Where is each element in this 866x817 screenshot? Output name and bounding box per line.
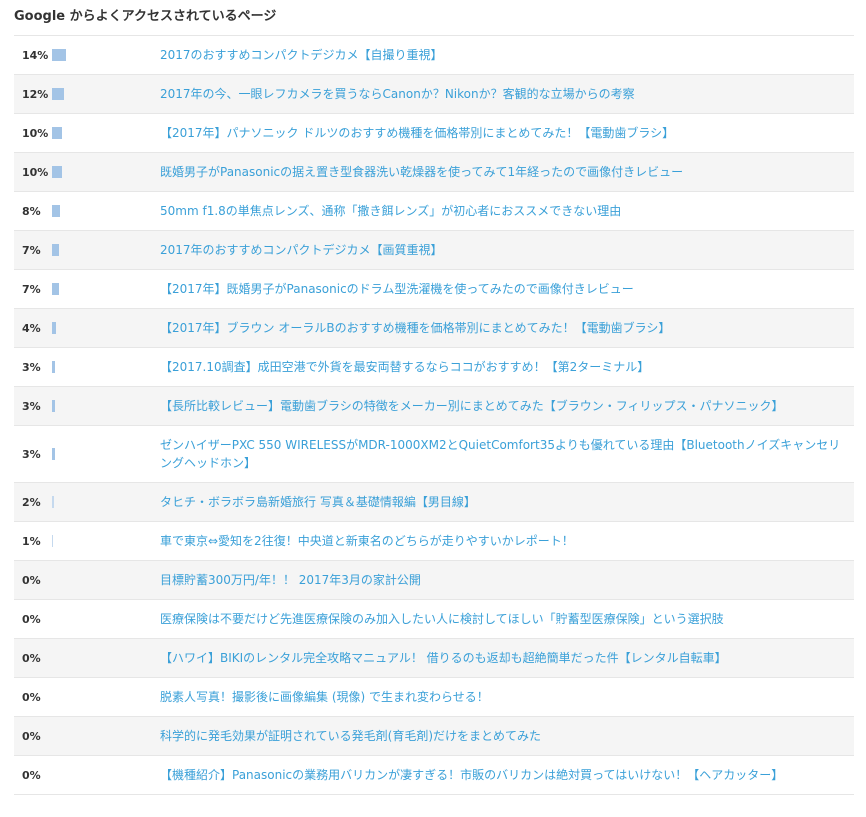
list-item: 4% 【2017年】ブラウン オーラルBのおすすめ機種を価格帯別にまとめてみた！【…	[14, 309, 854, 348]
share-bar	[52, 49, 66, 61]
percent-label: 2%	[22, 495, 41, 509]
page-link[interactable]: 50mm f1.8の単焦点レンズ、通称「撒き餌レンズ」が初心者におススメできない…	[160, 202, 854, 220]
list-item: 0% 科学的に発毛効果が証明されている発毛剤(育毛剤)だけをまとめてみた	[14, 717, 854, 756]
page-link[interactable]: 既婚男子がPanasonicの据え置き型食器洗い乾燥器を使ってみて1年経ったので…	[160, 163, 854, 181]
share-bar-track	[52, 535, 160, 547]
list-item: 7% 2017年のおすすめコンパクトデジカメ【画質重視】	[14, 231, 854, 270]
list-item: 8% 50mm f1.8の単焦点レンズ、通称「撒き餌レンズ」が初心者におススメでき…	[14, 192, 854, 231]
share-bar	[52, 127, 62, 139]
percent-label: 10%	[22, 165, 49, 179]
list-item: 0% 【機種紹介】Panasonicの業務用バリカンが凄すぎる！市販のバリカンは絶…	[14, 756, 854, 795]
percent-label: 8%	[22, 204, 41, 218]
percent-label: 7%	[22, 282, 41, 296]
share-bar	[52, 322, 56, 334]
page-link[interactable]: 【2017年】既婚男子がPanasonicのドラム型洗濯機を使ってみたので画像付…	[160, 280, 854, 298]
percent-label: 14%	[22, 48, 49, 62]
page-list: 14% 2017のおすすめコンパクトデジカメ【自撮り重視】 12% 2017年の今、一…	[14, 36, 854, 795]
page-link[interactable]: 【機種紹介】Panasonicの業務用バリカンが凄すぎる！市販のバリカンは絶対買…	[160, 766, 854, 784]
list-item: 0% 目標貯蓄300万円/年！！ 2017年3月の家計公開	[14, 561, 854, 600]
percent-label: 1%	[22, 534, 41, 548]
share-bar-track	[52, 322, 160, 334]
share-bar-track	[52, 166, 160, 178]
percent-label: 0%	[22, 651, 41, 665]
percent-label: 12%	[22, 87, 49, 101]
share-bar-track	[52, 283, 160, 295]
share-bar	[52, 400, 55, 412]
page-link[interactable]: 2017年の今、一眼レフカメラを買うならCanonか？Nikonか？客観的な立場…	[160, 85, 854, 103]
list-item: 0% 【ハワイ】BIKIのレンタル完全攻略マニュアル！ 借りるのも返却も超絶簡単だ…	[14, 639, 854, 678]
percent-label: 0%	[22, 768, 41, 782]
percent-label: 0%	[22, 573, 41, 587]
list-item: 0% 医療保険は不要だけど先進医療保険のみ加入したい人に検討してほしい「貯蓄型医療…	[14, 600, 854, 639]
share-bar	[52, 361, 55, 373]
page-link[interactable]: 【長所比較レビュー】電動歯ブラシの特徴をメーカー別にまとめてみた【ブラウン・フィ…	[160, 397, 854, 415]
page-link[interactable]: 科学的に発毛効果が証明されている発毛剤(育毛剤)だけをまとめてみた	[160, 727, 854, 745]
percent-label: 3%	[22, 399, 41, 413]
popular-pages-panel: Google からよくアクセスされているページ 14% 2017のおすすめコンパク…	[14, 0, 854, 795]
percent-label: 0%	[22, 729, 41, 743]
share-bar	[52, 283, 59, 295]
page-link[interactable]: 目標貯蓄300万円/年！！ 2017年3月の家計公開	[160, 571, 854, 589]
list-item: 1% 車で東京⇔愛知を2往復！中央道と新東名のどちらが走りやすいかレポート！	[14, 522, 854, 561]
share-bar-track	[52, 361, 160, 373]
list-item: 3% 【2017.10調査】成田空港で外貨を最安両替するならココがおすすめ！【第2…	[14, 348, 854, 387]
page-link[interactable]: 【2017年】パナソニック ドルツのおすすめ機種を価格帯別にまとめてみた！【電動…	[160, 124, 854, 142]
share-bar-track	[52, 652, 160, 664]
share-bar-track	[52, 448, 160, 460]
share-bar-track	[52, 205, 160, 217]
page-link[interactable]: 2017のおすすめコンパクトデジカメ【自撮り重視】	[160, 46, 854, 64]
share-bar-track	[52, 244, 160, 256]
share-bar	[52, 244, 59, 256]
percent-label: 4%	[22, 321, 41, 335]
share-bar-track	[52, 730, 160, 742]
share-bar-track	[52, 49, 160, 61]
page-link[interactable]: 【2017.10調査】成田空港で外貨を最安両替するならココがおすすめ！【第2ター…	[160, 358, 854, 376]
share-bar-track	[52, 613, 160, 625]
share-bar	[52, 496, 54, 508]
percent-label: 3%	[22, 360, 41, 374]
list-item: 3% ゼンハイザーPXC 550 WIRELESSがMDR-1000XM2とQui…	[14, 426, 854, 483]
percent-label: 10%	[22, 126, 49, 140]
share-bar-track	[52, 769, 160, 781]
page-link[interactable]: 【2017年】ブラウン オーラルBのおすすめ機種を価格帯別にまとめてみた！【電動…	[160, 319, 854, 337]
list-item: 10% 既婚男子がPanasonicの据え置き型食器洗い乾燥器を使ってみて1年経っ…	[14, 153, 854, 192]
share-bar-track	[52, 88, 160, 100]
share-bar-track	[52, 574, 160, 586]
share-bar	[52, 88, 64, 100]
list-item: 7% 【2017年】既婚男子がPanasonicのドラム型洗濯機を使ってみたので画…	[14, 270, 854, 309]
percent-label: 0%	[22, 690, 41, 704]
percent-label: 3%	[22, 447, 41, 461]
share-bar	[52, 205, 60, 217]
list-item: 12% 2017年の今、一眼レフカメラを買うならCanonか？Nikonか？客観的…	[14, 75, 854, 114]
page-link[interactable]: タヒチ・ボラボラ島新婚旅行 写真＆基礎情報編【男目線】	[160, 493, 854, 511]
share-bar-track	[52, 400, 160, 412]
page-link[interactable]: 【ハワイ】BIKIのレンタル完全攻略マニュアル！ 借りるのも返却も超絶簡単だった…	[160, 649, 854, 667]
list-item: 0% 脱素人写真！撮影後に画像編集 (現像) で生まれ変わらせる！	[14, 678, 854, 717]
share-bar	[52, 448, 55, 460]
list-item: 2% タヒチ・ボラボラ島新婚旅行 写真＆基礎情報編【男目線】	[14, 483, 854, 522]
list-item: 3% 【長所比較レビュー】電動歯ブラシの特徴をメーカー別にまとめてみた【ブラウン・…	[14, 387, 854, 426]
percent-label: 7%	[22, 243, 41, 257]
share-bar	[52, 166, 62, 178]
list-item: 10% 【2017年】パナソニック ドルツのおすすめ機種を価格帯別にまとめてみた！…	[14, 114, 854, 153]
page-link[interactable]: 2017年のおすすめコンパクトデジカメ【画質重視】	[160, 241, 854, 259]
share-bar-track	[52, 127, 160, 139]
panel-title: Google からよくアクセスされているページ	[14, 0, 854, 36]
share-bar-track	[52, 691, 160, 703]
page-link[interactable]: 脱素人写真！撮影後に画像編集 (現像) で生まれ変わらせる！	[160, 688, 854, 706]
share-bar-track	[52, 496, 160, 508]
page-link[interactable]: 医療保険は不要だけど先進医療保険のみ加入したい人に検討してほしい「貯蓄型医療保険…	[160, 610, 854, 628]
list-item: 14% 2017のおすすめコンパクトデジカメ【自撮り重視】	[14, 36, 854, 75]
page-link[interactable]: ゼンハイザーPXC 550 WIRELESSがMDR-1000XM2とQuiet…	[160, 436, 854, 472]
share-bar	[52, 535, 53, 547]
percent-label: 0%	[22, 612, 41, 626]
page-link[interactable]: 車で東京⇔愛知を2往復！中央道と新東名のどちらが走りやすいかレポート！	[160, 532, 854, 550]
